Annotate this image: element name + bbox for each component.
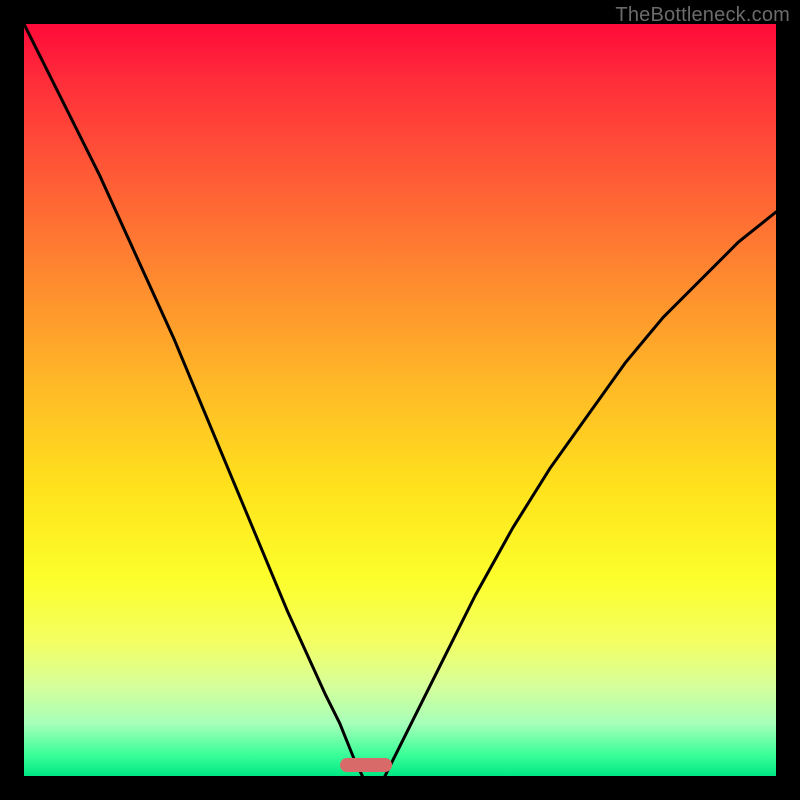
curves-layer xyxy=(24,24,776,776)
chart-plot-area xyxy=(24,24,776,776)
curve-right xyxy=(385,212,776,776)
watermark-text: TheBottleneck.com xyxy=(615,4,790,27)
bottleneck-marker xyxy=(340,758,393,772)
curve-left xyxy=(24,24,362,776)
